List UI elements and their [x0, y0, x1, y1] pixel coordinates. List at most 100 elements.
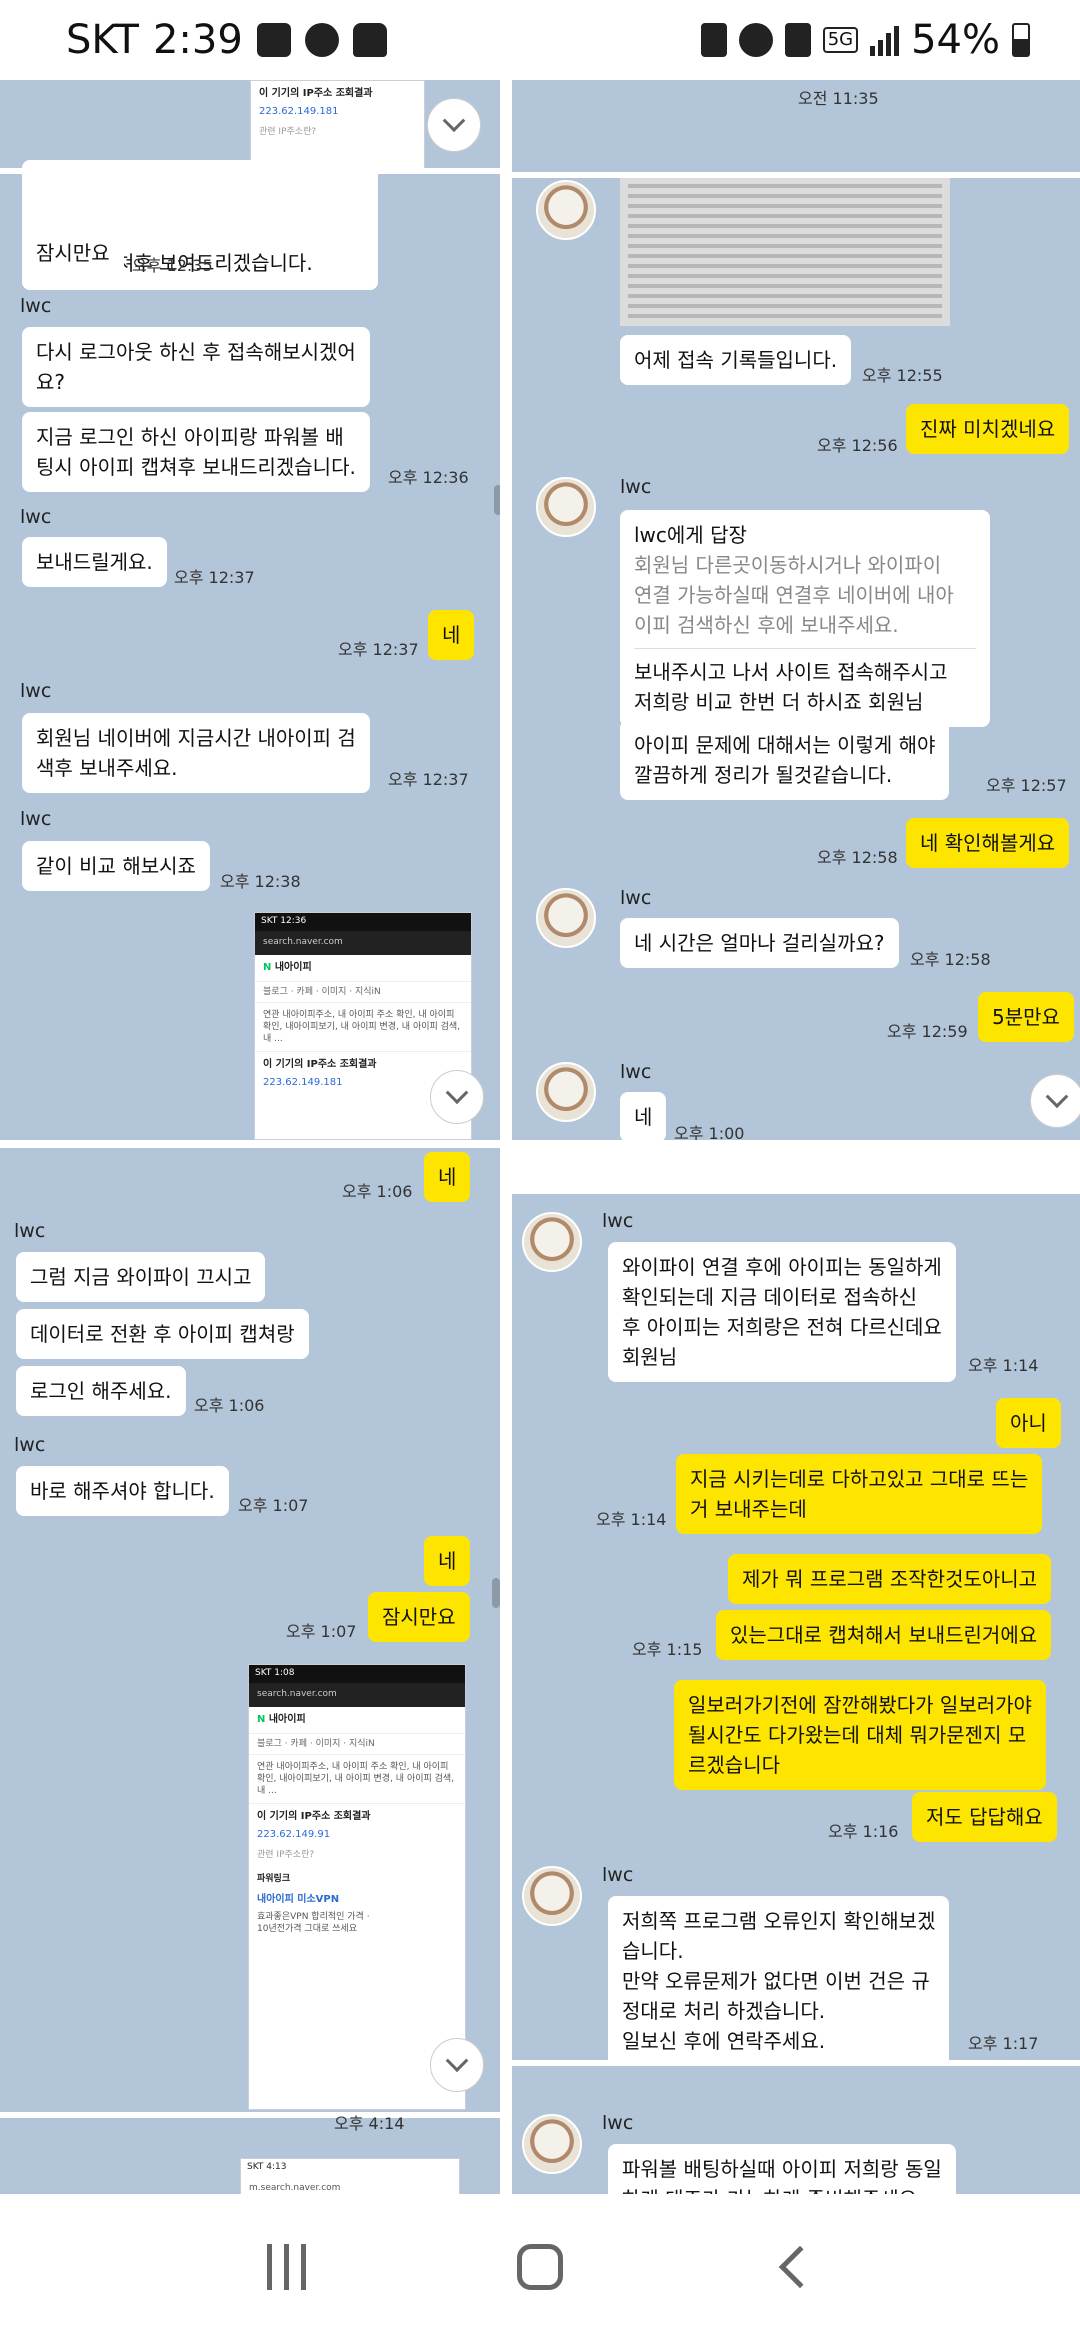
search-tabs: 블로그 · 카페 · 이미지 · 지식iN: [255, 982, 471, 1003]
sender-name: lwc: [20, 295, 52, 317]
shared-screenshot-ip[interactable]: 이 기기의 IP주소 조회결과 223.62.149.181 관련 IP주소란?: [250, 80, 425, 172]
watch-avatar-icon[interactable]: [536, 477, 596, 537]
naver-logo: N: [263, 962, 272, 973]
message-time: 오후 1:06: [194, 1396, 265, 1415]
scrollbar[interactable]: [494, 485, 500, 515]
related-searches: 연관 내아이피주소, 내 아이피 주소 확인, 내 아이피 확인, 내아이피보기…: [255, 1003, 471, 1053]
carrier-label: SKT: [66, 17, 139, 63]
scroll-down-button[interactable]: [430, 1070, 484, 1124]
message-bubble: 파워볼 배팅하실때 아이피 저희랑 동일 하게 대조가 가능하게 준비해주세요.: [608, 2144, 956, 2194]
related-searches: 연관 내아이피주소, 내 아이피 주소 확인, 내 아이피 확인, 내아이피보기…: [249, 1755, 465, 1805]
watch-avatar-icon[interactable]: [536, 1062, 596, 1122]
ip-info-link: 관련 IP주소란?: [259, 127, 317, 137]
message-time: 오후 12:37: [174, 568, 255, 587]
sender-name: lwc: [20, 506, 52, 528]
sender-name: lwc: [20, 680, 52, 702]
my-message-bubble: 잠시만요: [368, 1592, 470, 1642]
reply-quote[interactable]: 회원님 다른곳이동하시거나 와이파이 연결 가능하실때 연결후 네이버에 내아 …: [634, 550, 976, 649]
my-message-bubble: 아니: [996, 1398, 1061, 1448]
message-bubble: 로그인 해주세요.: [16, 1366, 186, 1416]
nfc-icon: [700, 23, 727, 57]
message-time: 오후 1:14: [968, 1356, 1039, 1375]
back-button[interactable]: [748, 2222, 838, 2312]
message-bubble: 네 시간은 얼마나 걸리실까요?: [620, 918, 899, 968]
watch-avatar-icon[interactable]: [536, 180, 596, 240]
my-message-bubble: 네: [424, 1152, 471, 1202]
divider: [0, 2112, 500, 2118]
message-bubble: 바로 해주셔야 합니다.: [16, 1466, 229, 1516]
browser-url: search.naver.com: [249, 1683, 465, 1707]
my-message-bubble: 진짜 미치겠네요: [906, 404, 1070, 454]
message-time: 오후 1:16: [828, 1822, 899, 1841]
watch-avatar-icon[interactable]: [536, 888, 596, 948]
sender-name: lwc: [14, 1434, 46, 1456]
sender-name: lwc: [620, 1061, 652, 1083]
message-time: 오후 12:55: [862, 366, 943, 385]
phone-status: SKT 12:36: [255, 913, 471, 931]
message-bubble: 회원님 네이버에 지금시간 내아이피 검 색후 보내주세요.: [22, 713, 370, 793]
back-icon: [779, 2245, 822, 2289]
shared-screenshot-naver[interactable]: SKT 1:08 search.naver.com N 내아이피 블로그 · 카…: [248, 1664, 466, 2110]
my-message-bubble: 제가 뭐 프로그램 조작한것도아니고: [728, 1554, 1052, 1604]
chevron-down-icon: [1045, 1085, 1069, 1109]
scroll-down-button[interactable]: [427, 98, 481, 152]
message-bubble: 다시 로그아웃 하신 후 접속해보시겠어 요?: [22, 327, 370, 407]
message-bubble: 네: [620, 1092, 667, 1140]
my-message-bubble: 네: [428, 610, 475, 660]
chevron-down-icon: [445, 1081, 469, 1105]
sender-name: lwc: [14, 1220, 46, 1242]
sender-name: lwc: [602, 1864, 634, 1886]
message-bubble: 잠시만요: [22, 228, 124, 278]
message-time: 오후 1:17: [968, 2034, 1039, 2053]
lock-icon: [352, 23, 387, 57]
chat-panel-2: 오전 11:35 어제 접속 기록들입니다. 오후 12:55 진짜 미치겠네요…: [512, 80, 1080, 1140]
reply-header: lwc에게 답장: [634, 523, 747, 547]
ad-description: 효과좋은VPN 합리적인 가격 · 10년전가격 그대로 쓰세요: [257, 1911, 370, 1934]
watch-avatar-icon[interactable]: [522, 2114, 582, 2174]
message-bubble: 저희쪽 프로그램 오류인지 확인해보겠 습니다. 만약 오류문제가 없다면 이번…: [608, 1896, 950, 2066]
network-badge: 5G: [822, 27, 859, 53]
scrollbar[interactable]: [492, 1578, 500, 1608]
chevron-down-icon: [445, 2049, 469, 2073]
message-time: 오후 1:15: [632, 1640, 703, 1659]
scroll-down-button[interactable]: [430, 2038, 484, 2092]
sender-name: lwc: [620, 887, 652, 909]
alarm-icon: [738, 23, 773, 57]
shared-screenshot-naver[interactable]: SKT 4:13 m.search.naver.com: [240, 2158, 460, 2194]
message-time: 오후 12:37: [388, 770, 469, 789]
message-time: 오후 1:14: [596, 1510, 667, 1529]
clock: 2:39: [152, 17, 243, 63]
message-time: 오후 1:07: [238, 1496, 309, 1515]
recents-button[interactable]: [242, 2222, 332, 2312]
battery-percent: 54%: [911, 17, 1000, 63]
message-time: 오후 12:59: [887, 1022, 968, 1041]
phone-status: SKT 4:13: [241, 2159, 459, 2177]
scroll-down-button[interactable]: [1030, 1074, 1080, 1128]
browser-url: search.naver.com: [255, 931, 471, 955]
message-time: 오전 11:35: [798, 89, 879, 108]
my-message-bubble: 네: [424, 1536, 471, 1586]
message-bubble: 어제 접속 기록들입니다.: [620, 335, 852, 385]
chat-panel-4: lwc 와이파이 연결 후에 아이피는 동일하게 확인되는데 지금 데이터로 접…: [512, 1194, 1080, 2194]
ip-lookup-title: 이 기기의 IP주소 조회결과: [257, 1811, 371, 1823]
watch-avatar-icon[interactable]: [522, 1212, 582, 1272]
reply-bubble: lwc에게 답장 회원님 다른곳이동하시거나 와이파이 연결 가능하실때 연결후…: [620, 510, 990, 727]
message-bubble: 데이터로 전환 후 아이피 캡쳐랑: [16, 1309, 309, 1359]
naver-logo: N: [257, 1714, 266, 1725]
message-time: 오후 12:58: [817, 848, 898, 867]
watch-avatar-icon[interactable]: [522, 1866, 582, 1926]
chevron-down-icon: [442, 109, 466, 133]
sender-name: lwc: [602, 1210, 634, 1232]
ip-lookup-title: 이 기기의 IP주소 조회결과: [263, 1059, 377, 1071]
message-time: 오후 12:58: [910, 950, 991, 969]
message-bubble: 와이파이 연결 후에 아이피는 동일하게 확인되는데 지금 데이터로 접속하신 …: [608, 1242, 956, 1382]
image-icon: [256, 23, 291, 57]
status-bar: SKT 2:39 5G 54%: [0, 0, 1080, 80]
message-time: 오후 12:37: [338, 640, 419, 659]
my-message-bubble: 있는그대로 캡쳐해서 보내드린거에요: [716, 1610, 1052, 1660]
home-button[interactable]: [495, 2222, 585, 2312]
recents-icon: [267, 2244, 307, 2290]
sender-name: lwc: [620, 476, 652, 498]
shared-log-image[interactable]: [620, 178, 950, 326]
message-time: 오후 1:00: [674, 1124, 745, 1140]
